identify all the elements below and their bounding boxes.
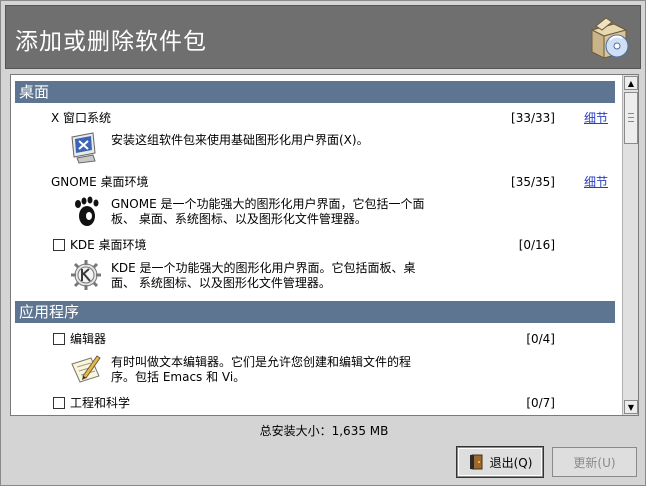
notepad-pencil-icon — [71, 355, 101, 383]
category-header-desktop: 桌面 — [15, 81, 615, 103]
package-desc-gnome-line1: GNOME 是一个功能强大的图形化用户界面，它包括一个面 — [111, 197, 425, 211]
checkbox-editors[interactable] — [53, 333, 65, 345]
scroll-down-arrow-icon[interactable]: ▼ — [624, 400, 638, 414]
package-name-kde: KDE 桌面环境 — [70, 238, 147, 252]
vertical-scrollbar[interactable]: ▲ ▼ — [622, 75, 638, 415]
checkbox-engineering[interactable] — [53, 397, 65, 409]
package-name-x-window: X 窗口系统 — [51, 111, 112, 125]
package-desc-kde-line2: 面、 系统图标、以及图形化文件管理器。 — [111, 276, 331, 290]
package-desc-kde: KDE 是一个功能强大的图形化用户界面。它包括面板、桌 面、 系统图标、以及图形… — [111, 261, 456, 291]
package-desc-x-window: 安装这组软件包来使用基础图形化用户界面(X)。 — [111, 133, 369, 147]
package-desc-gnome-line2: 板、 桌面、系统图标、以及图形化文件管理器。 — [111, 212, 367, 226]
package-desc-kde-line1: KDE 是一个功能强大的图形化用户界面。它包括面板、桌 — [111, 261, 416, 275]
exit-door-icon — [469, 454, 483, 470]
package-name-editors: 编辑器 — [70, 332, 107, 346]
scrollbar-thumb[interactable] — [624, 92, 638, 144]
package-desc-editors: 有时叫做文本编辑器。它们是允许您创建和编辑文件的程 序。包括 Emacs 和 V… — [111, 355, 456, 385]
package-manager-window: 添加或删除软件包 桌面 X 窗口系统 [33/33] 细节 安装这组软件包来使用… — [0, 0, 646, 486]
details-link-gnome[interactable]: 细节 — [584, 174, 608, 190]
gnome-foot-icon — [75, 196, 99, 226]
package-count-gnome: [35/35] — [511, 175, 555, 189]
update-button[interactable]: 更新(U) — [552, 447, 637, 477]
package-desc-gnome: GNOME 是一个功能强大的图形化用户界面，它包括一个面 板、 桌面、系统图标、… — [111, 197, 456, 227]
package-name-engineering: 工程和科学 — [70, 396, 131, 410]
kde-gear-icon — [71, 260, 101, 290]
monitor-x-icon — [71, 132, 96, 164]
checkbox-kde[interactable] — [53, 239, 65, 251]
scroll-up-arrow-icon[interactable]: ▲ — [624, 76, 638, 90]
window-title: 添加或删除软件包 — [15, 29, 207, 55]
package-name-gnome: GNOME 桌面环境 — [51, 175, 149, 189]
quit-button[interactable]: 退出(Q) — [457, 447, 543, 477]
package-list-frame: 桌面 X 窗口系统 [33/33] 细节 安装这组软件包来使用基础图形化用户界面… — [10, 74, 639, 416]
header-banner: 添加或删除软件包 — [5, 5, 641, 69]
package-desc-editors-line1: 有时叫做文本编辑器。它们是允许您创建和编辑文件的程 — [111, 355, 412, 369]
package-list[interactable]: 桌面 X 窗口系统 [33/33] 细节 安装这组软件包来使用基础图形化用户界面… — [11, 75, 622, 415]
category-header-applications: 应用程序 — [15, 301, 615, 323]
quit-button-label: 退出(Q) — [489, 455, 533, 470]
details-link-x-window[interactable]: 细节 — [584, 110, 608, 126]
package-count-engineering: [0/7] — [526, 396, 555, 410]
package-count-editors: [0/4] — [526, 332, 555, 346]
total-install-size: 总安装大小：1,635 MB — [259, 424, 389, 438]
package-count-x-window: [33/33] — [511, 111, 555, 125]
package-box-cd-icon — [590, 17, 629, 59]
package-desc-editors-line2: 序。包括 Emacs 和 Vi。 — [111, 370, 246, 384]
package-count-kde: [0/16] — [518, 238, 555, 252]
